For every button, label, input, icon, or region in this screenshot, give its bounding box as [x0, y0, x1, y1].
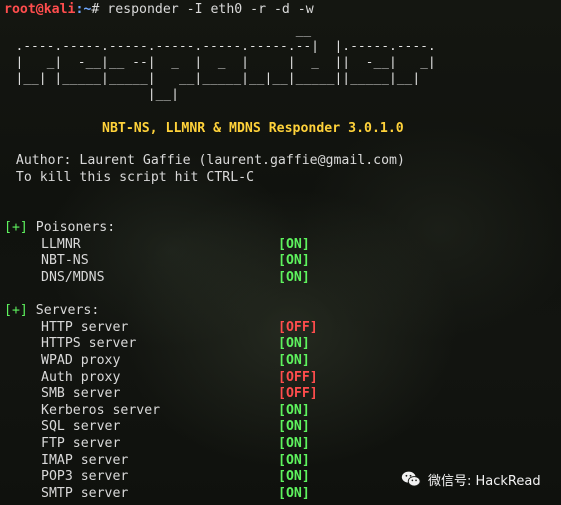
terminal-window[interactable]: root@kali:~# responder -I eth0 -r -d -w … [0, 0, 561, 505]
status-off-badge: [OFF] [278, 386, 318, 401]
list-item: NBT-NS [ON] [41, 253, 561, 270]
status-off-badge: [OFF] [278, 320, 318, 335]
status-on-badge: [ON] [278, 403, 310, 418]
list-item: LLMNR [ON] [41, 237, 561, 254]
wechat-watermark: 微信号: HackRead [400, 467, 541, 491]
item-name: FTP server [41, 436, 121, 451]
item-name: SQL server [41, 419, 121, 434]
ascii-banner-line: | _| -__|__ --| _ | _ | | _ || -__| _| [0, 54, 436, 69]
status-on-badge: [ON] [278, 270, 310, 285]
status-on-badge: [ON] [278, 436, 310, 451]
author-line: Author: Laurent Gaffie (laurent.gaffie@g… [0, 153, 405, 168]
status-on-badge: [ON] [278, 353, 310, 368]
item-name: HTTPS server [41, 336, 137, 351]
item-name: DNS/MDNS [41, 270, 105, 285]
ascii-banner-line: |__| |_____|_____| __|_____|__|__|_____|… [0, 70, 421, 85]
section-marker: [+] [4, 303, 28, 318]
prompt-path: :~ [75, 2, 92, 17]
list-item: SQL server [ON] [41, 419, 561, 436]
item-name: HTTP server [41, 320, 129, 335]
list-item: HTTPS server [ON] [41, 336, 561, 353]
section-marker: [+] [4, 220, 28, 235]
item-name: Kerberos server [41, 403, 161, 418]
responder-title: NBT-NS, LLMNR & MDNS Responder 3.0.1.0 [102, 121, 404, 136]
status-off-badge: [OFF] [278, 370, 318, 385]
ascii-banner-line: |__| [0, 86, 179, 101]
ascii-banner-line: __ [0, 22, 312, 37]
status-on-badge: [ON] [278, 486, 310, 501]
list-item: HTTP server [OFF] [41, 320, 561, 337]
item-name: SMTP server [41, 486, 129, 501]
section-header-servers: [+] Servers: [4, 303, 99, 320]
watermark-text: 微信号: HackRead [428, 473, 541, 489]
section-label: Servers: [27, 303, 100, 318]
item-name: Auth proxy [41, 370, 121, 385]
status-on-badge: [ON] [278, 469, 310, 484]
status-on-badge: [ON] [278, 237, 310, 252]
list-item: WPAD proxy [ON] [41, 353, 561, 370]
status-on-badge: [ON] [278, 453, 310, 468]
status-on-badge: [ON] [278, 336, 310, 351]
list-item: FTP server [ON] [41, 436, 561, 453]
section-header-poisoners: [+] Poisoners: [4, 220, 115, 237]
item-name: IMAP server [41, 453, 129, 468]
prompt-user: root@kali [4, 2, 76, 17]
ascii-banner-line: .----.-----.-----.-----.-----.-----.--| … [0, 38, 436, 53]
item-name: WPAD proxy [41, 353, 121, 368]
list-item: SMB server [OFF] [41, 386, 561, 403]
status-on-badge: [ON] [278, 253, 310, 268]
item-name: LLMNR [41, 237, 81, 252]
list-item: Auth proxy [OFF] [41, 370, 561, 387]
wechat-icon [401, 471, 421, 487]
command-prompt-line: root@kali:~# responder -I eth0 -r -d -w [4, 2, 314, 19]
command-text: responder -I eth0 -r -d -w [99, 2, 314, 17]
section-label: Poisoners: [27, 220, 116, 235]
kill-hint-line: To kill this script hit CTRL-C [0, 170, 255, 185]
list-item: DNS/MDNS [ON] [41, 270, 561, 287]
list-item: Kerberos server [ON] [41, 403, 561, 420]
item-name: POP3 server [41, 469, 129, 484]
item-name: SMB server [41, 386, 121, 401]
item-name: NBT-NS [41, 253, 89, 268]
status-on-badge: [ON] [278, 419, 310, 434]
